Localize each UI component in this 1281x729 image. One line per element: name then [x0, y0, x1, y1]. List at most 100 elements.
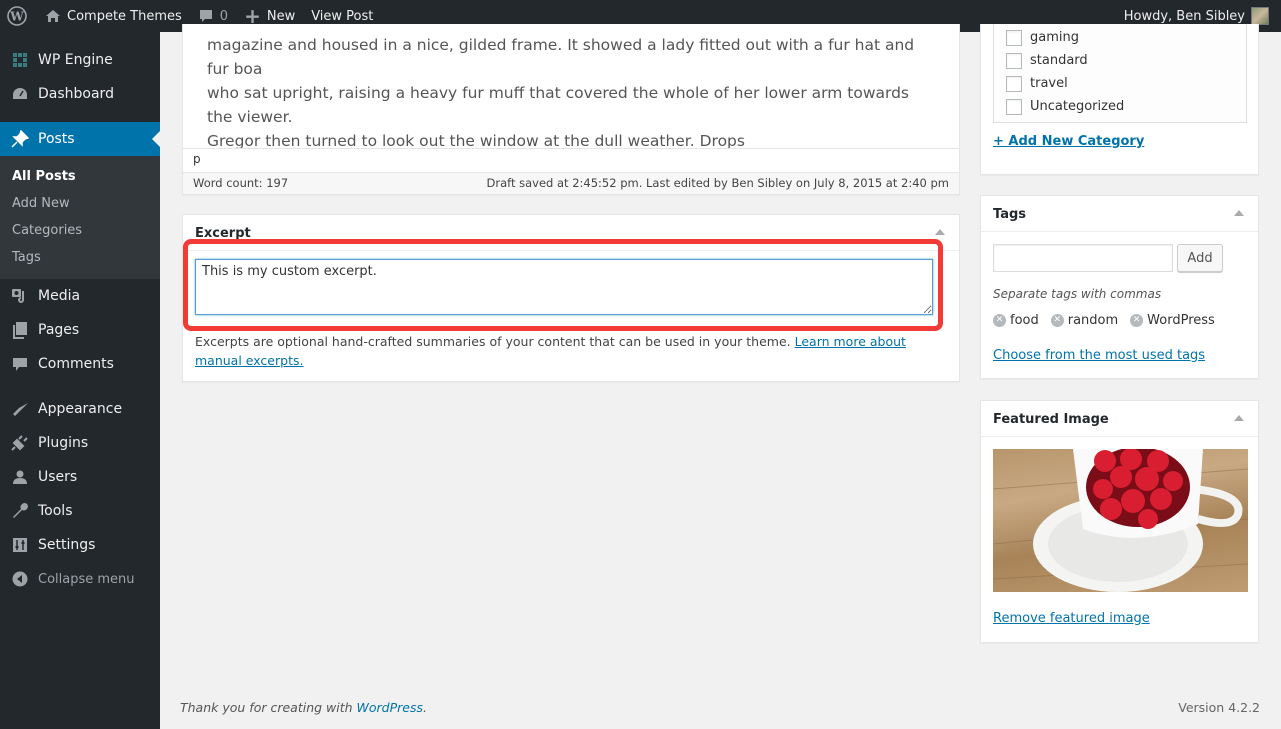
excerpt-textarea[interactable] — [195, 259, 933, 315]
sidebar-item-appearance[interactable]: Appearance — [0, 392, 160, 426]
new-tag-input[interactable] — [993, 244, 1173, 272]
sidebar-item-media[interactable]: Media — [0, 279, 160, 313]
category-label: gaming — [1030, 30, 1079, 45]
collapse-toggle-icon[interactable] — [1234, 415, 1244, 421]
user-icon — [10, 467, 30, 487]
collapse-toggle-icon[interactable] — [935, 229, 945, 235]
footer-thanks: Thank you for creating with WordPress. — [180, 700, 427, 715]
submenu-categories[interactable]: Categories — [0, 217, 160, 244]
sidebar-item-label: Posts — [38, 131, 75, 147]
sidebar-item-tools[interactable]: Tools — [0, 494, 160, 528]
featured-image-header[interactable]: Featured Image — [981, 401, 1258, 437]
category-item[interactable]: gaming — [1006, 26, 1246, 49]
sidebar-item-label: Comments — [38, 356, 114, 372]
sidebar-item-label: Appearance — [38, 401, 123, 417]
wpengine-icon — [10, 50, 30, 70]
autosave-status: Draft saved at 2:45:52 pm. Last edited b… — [486, 176, 949, 190]
editor-content[interactable]: magazine and housed in a nice, gilded fr… — [183, 24, 959, 153]
tag-item: ✕ WordPress — [1130, 313, 1215, 328]
category-item[interactable]: standard — [1006, 49, 1246, 72]
remove-featured-image-link[interactable]: Remove featured image — [993, 611, 1150, 626]
comment-icon — [198, 8, 214, 24]
category-checkbox[interactable] — [1006, 29, 1022, 46]
paintbrush-icon — [10, 399, 30, 419]
raspberry-cup-image — [993, 449, 1248, 592]
tags-box: Tags Add Separate tags with commas ✕ food… — [980, 195, 1259, 379]
path-label[interactable]: p — [193, 152, 201, 166]
tag-item: ✕ food — [993, 313, 1039, 328]
sidebar-item-comments[interactable]: Comments — [0, 347, 160, 381]
category-label: travel — [1030, 76, 1068, 91]
category-item[interactable]: travel — [1006, 72, 1246, 95]
footer-thanks-suffix: . — [423, 700, 427, 715]
sidebar-item-pages[interactable]: Pages — [0, 313, 160, 347]
comment-icon — [10, 354, 30, 374]
category-checklist: gaming standard travel Uncategorized — [993, 24, 1247, 123]
wrench-icon — [10, 501, 30, 521]
collapse-menu-button[interactable]: Collapse menu — [0, 562, 160, 596]
editor-element-path: p — [183, 148, 959, 172]
sidebar-item-label: Plugins — [38, 435, 89, 451]
submenu-add-new[interactable]: Add New — [0, 190, 160, 217]
tag-label: food — [1010, 313, 1039, 328]
tags-title: Tags — [993, 207, 1027, 222]
category-label: Uncategorized — [1030, 99, 1125, 114]
remove-tag-icon[interactable]: ✕ — [993, 314, 1006, 327]
sidebar-item-posts[interactable]: Posts — [0, 122, 160, 156]
collapse-arrow-icon — [10, 569, 30, 589]
pin-icon — [10, 129, 30, 149]
pages-icon — [10, 320, 30, 340]
sidebar-item-label: Dashboard — [38, 86, 114, 102]
wordpress-logo-icon: W — [7, 6, 27, 26]
wordpress-logo-button[interactable]: W — [0, 0, 37, 32]
sidebar-item-label: Tools — [38, 503, 73, 519]
sidebar-item-settings[interactable]: Settings — [0, 528, 160, 562]
featured-image-title: Featured Image — [993, 412, 1109, 427]
remove-tag-icon[interactable]: ✕ — [1130, 314, 1144, 327]
featured-image-thumbnail[interactable] — [993, 449, 1248, 592]
footer-thanks-text: Thank you for creating with — [180, 700, 357, 715]
sidebar-item-users[interactable]: Users — [0, 460, 160, 494]
view-post-label: View Post — [311, 8, 374, 24]
tag-list: ✕ food ✕ random ✕ WordPress — [993, 313, 1215, 328]
excerpt-box: Excerpt Excerpts are optional hand-craft… — [182, 214, 960, 382]
submenu-tags[interactable]: Tags — [0, 244, 160, 271]
tags-box-header[interactable]: Tags — [981, 196, 1258, 232]
posts-submenu: All Posts Add New Categories Tags — [0, 156, 160, 279]
post-editor: magazine and housed in a nice, gilded fr… — [182, 24, 960, 195]
category-checkbox[interactable] — [1006, 75, 1022, 92]
site-name-link[interactable]: Compete Themes — [37, 0, 190, 32]
version-label: Version 4.2.2 — [1178, 700, 1260, 715]
sidebar-item-wp-engine[interactable]: WP Engine — [0, 43, 160, 77]
sidebar-item-label: Pages — [38, 322, 80, 338]
tags-hint: Separate tags with commas — [993, 287, 1162, 301]
excerpt-box-header[interactable]: Excerpt — [183, 215, 959, 251]
collapse-toggle-icon[interactable] — [1234, 210, 1244, 216]
wordpress-link[interactable]: WordPress — [357, 700, 423, 715]
tag-label: random — [1067, 313, 1119, 328]
category-checkbox[interactable] — [1006, 52, 1022, 69]
add-tag-button[interactable]: Add — [1177, 244, 1223, 272]
sidebar-item-label: Settings — [38, 537, 96, 553]
plug-icon — [10, 433, 30, 453]
most-used-tags-link[interactable]: Choose from the most used tags — [993, 348, 1205, 363]
sidebar-item-label: Users — [38, 469, 78, 485]
sidebar-item-dashboard[interactable]: Dashboard — [0, 77, 160, 111]
submenu-all-posts[interactable]: All Posts — [0, 163, 160, 190]
word-count: Word count: 197 — [193, 176, 289, 190]
sidebar-item-label: WP Engine — [38, 52, 113, 68]
sliders-icon — [10, 535, 30, 555]
comment-count: 0 — [219, 8, 229, 24]
category-label: standard — [1030, 53, 1088, 68]
tag-label: WordPress — [1147, 313, 1215, 328]
category-item[interactable]: Uncategorized — [1006, 95, 1246, 118]
sidebar-item-plugins[interactable]: Plugins — [0, 426, 160, 460]
new-label: New — [266, 8, 296, 24]
avatar — [1251, 7, 1269, 25]
category-checkbox[interactable] — [1006, 98, 1022, 115]
remove-tag-icon[interactable]: ✕ — [1050, 314, 1064, 327]
add-new-category-link[interactable]: + Add New Category — [993, 134, 1144, 149]
greeting: Howdy, Ben Sibley — [1123, 8, 1245, 24]
tag-item: ✕ random — [1050, 313, 1119, 328]
categories-box: gaming standard travel Uncategorized + A… — [980, 24, 1259, 175]
